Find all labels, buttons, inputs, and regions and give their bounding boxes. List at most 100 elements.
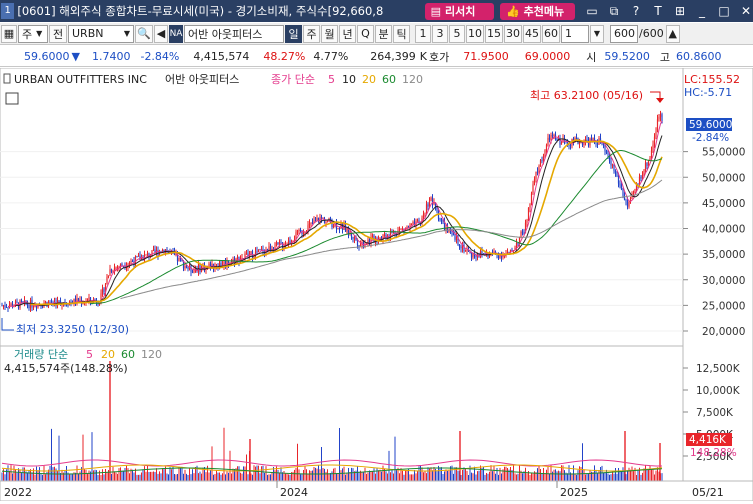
candle-body bbox=[650, 150, 653, 159]
ticker-input[interactable]: URBN ▼ bbox=[68, 24, 134, 43]
candle-body bbox=[256, 251, 258, 253]
period-tick[interactable]: 틱 bbox=[393, 24, 410, 43]
minute-45[interactable]: 45 bbox=[523, 24, 541, 43]
candle-body bbox=[278, 242, 281, 245]
candle-body bbox=[649, 158, 651, 161]
candle-body bbox=[296, 230, 299, 233]
y-tick-label: 55,0000 bbox=[702, 147, 745, 159]
candle-body bbox=[110, 269, 113, 272]
all-button[interactable]: 전 bbox=[49, 24, 67, 43]
custom-interval-input[interactable]: 1 bbox=[561, 24, 589, 43]
period-week[interactable]: 주 bbox=[303, 24, 320, 43]
chevron-down-icon[interactable]: ▼ bbox=[590, 24, 604, 43]
candle-body bbox=[617, 176, 620, 184]
price-volume-chart[interactable]: URBAN OUTFITTERS INC 어반 아웃피터스 종가 단순 5 10… bbox=[0, 67, 753, 502]
candle-body bbox=[578, 142, 581, 144]
open-label: 시 bbox=[586, 50, 597, 64]
candle-body bbox=[268, 246, 270, 251]
candle-body bbox=[109, 269, 111, 276]
candle-body bbox=[550, 135, 552, 140]
current-price-value: 59.6000 bbox=[689, 119, 732, 131]
candle-body bbox=[26, 303, 29, 305]
candle-body bbox=[575, 137, 578, 139]
candle-body bbox=[611, 164, 614, 166]
company-name-kr: 어반 아웃피터스 bbox=[165, 73, 239, 86]
chart-toolbar: ▦ 주 ▼ 전 URBN ▼ 🔍 ◀ NA 어반 아웃피터스 일 주 월 년 Q 분… bbox=[0, 23, 753, 45]
candle-body bbox=[175, 254, 177, 256]
maximize-icon[interactable]: □ bbox=[717, 4, 731, 19]
candle-body bbox=[596, 143, 599, 145]
candle-body bbox=[184, 265, 186, 269]
arrow-left-icon[interactable]: ◀ bbox=[154, 24, 168, 43]
candle-body bbox=[553, 134, 555, 137]
ma120-label: 120 bbox=[402, 73, 423, 86]
minute-3[interactable]: 3 bbox=[432, 24, 448, 43]
current-price: 59.6000 bbox=[24, 50, 70, 63]
recommend-menu-button[interactable]: 👍 추천메뉴 bbox=[499, 2, 575, 20]
candle-body bbox=[371, 235, 374, 238]
candle-body bbox=[437, 212, 440, 219]
candle-body bbox=[466, 250, 468, 252]
thumbs-up-icon: 👍 bbox=[505, 4, 520, 18]
period-year[interactable]: 년 bbox=[339, 24, 356, 43]
research-button[interactable]: ▤ 리서치 bbox=[424, 2, 494, 20]
candle-body bbox=[121, 263, 123, 266]
link-icon[interactable]: ⧉ bbox=[607, 4, 621, 19]
tile-icon[interactable]: ⊞ bbox=[673, 4, 687, 19]
quote-label: 호가 bbox=[429, 50, 450, 64]
period-day[interactable]: 일 bbox=[285, 24, 302, 43]
candle-body bbox=[644, 162, 647, 171]
candle-body bbox=[245, 253, 248, 255]
candle-body bbox=[511, 249, 513, 251]
window-title: [0601] 해외주식 종합차트-무료시세(미국) - 경기소비재, 주식수[9… bbox=[17, 4, 384, 18]
candle-body bbox=[458, 245, 461, 247]
na-badge: NA bbox=[169, 24, 183, 43]
candle-body bbox=[605, 150, 608, 153]
period-quarter[interactable]: Q bbox=[357, 24, 374, 43]
minute-60[interactable]: 60 bbox=[542, 24, 560, 43]
candle-body bbox=[610, 160, 612, 166]
candle-body bbox=[548, 137, 551, 140]
ma5-label: 5 bbox=[328, 73, 335, 86]
price-change-pct: -2.84% bbox=[140, 50, 180, 63]
candle-body bbox=[337, 228, 339, 230]
candle-body bbox=[659, 114, 662, 118]
candle-body bbox=[236, 256, 239, 259]
question-icon[interactable]: ? bbox=[629, 4, 643, 19]
chart-area[interactable]: URBAN OUTFITTERS INC 어반 아웃피터스 종가 단순 5 10… bbox=[0, 67, 753, 502]
minute-30[interactable]: 30 bbox=[504, 24, 522, 43]
candle-body bbox=[533, 179, 536, 185]
candle-body bbox=[145, 254, 147, 256]
candle-body bbox=[289, 240, 291, 243]
company-name: URBAN OUTFITTERS INC bbox=[14, 73, 147, 86]
candle-body bbox=[101, 288, 104, 294]
arrow-up-icon[interactable]: ▲ bbox=[665, 24, 680, 43]
candle-body bbox=[185, 265, 188, 268]
chart-settings-icon[interactable] bbox=[5, 92, 19, 105]
candle-body bbox=[620, 185, 623, 190]
minute-10[interactable]: 10 bbox=[466, 24, 484, 43]
minute-5[interactable]: 5 bbox=[449, 24, 465, 43]
candle-body bbox=[130, 261, 132, 263]
candle-body bbox=[551, 135, 554, 137]
market-select[interactable]: 주 ▼ bbox=[18, 24, 48, 43]
candle-body bbox=[44, 301, 47, 304]
minute-15[interactable]: 15 bbox=[485, 24, 503, 43]
minimize-icon[interactable]: _ bbox=[695, 4, 709, 19]
window-icon[interactable]: ▭ bbox=[585, 4, 599, 19]
candle-body bbox=[299, 229, 302, 231]
close-icon[interactable]: ✕ bbox=[739, 4, 753, 19]
candle-body bbox=[656, 119, 659, 132]
search-icon[interactable]: 🔍 bbox=[135, 24, 153, 43]
volume-ratio: 48.27% bbox=[263, 50, 306, 63]
period-minute[interactable]: 분 bbox=[375, 24, 392, 43]
pin-icon[interactable]: T bbox=[651, 4, 665, 19]
grid-toggle[interactable]: ▦ bbox=[1, 24, 17, 43]
candle-body bbox=[460, 246, 462, 249]
candle-body bbox=[308, 223, 311, 226]
period-month[interactable]: 월 bbox=[321, 24, 338, 43]
candle-body bbox=[614, 170, 617, 173]
candle-body bbox=[535, 171, 537, 180]
minute-1[interactable]: 1 bbox=[415, 24, 431, 43]
data-count-input[interactable]: 600 bbox=[610, 24, 638, 43]
